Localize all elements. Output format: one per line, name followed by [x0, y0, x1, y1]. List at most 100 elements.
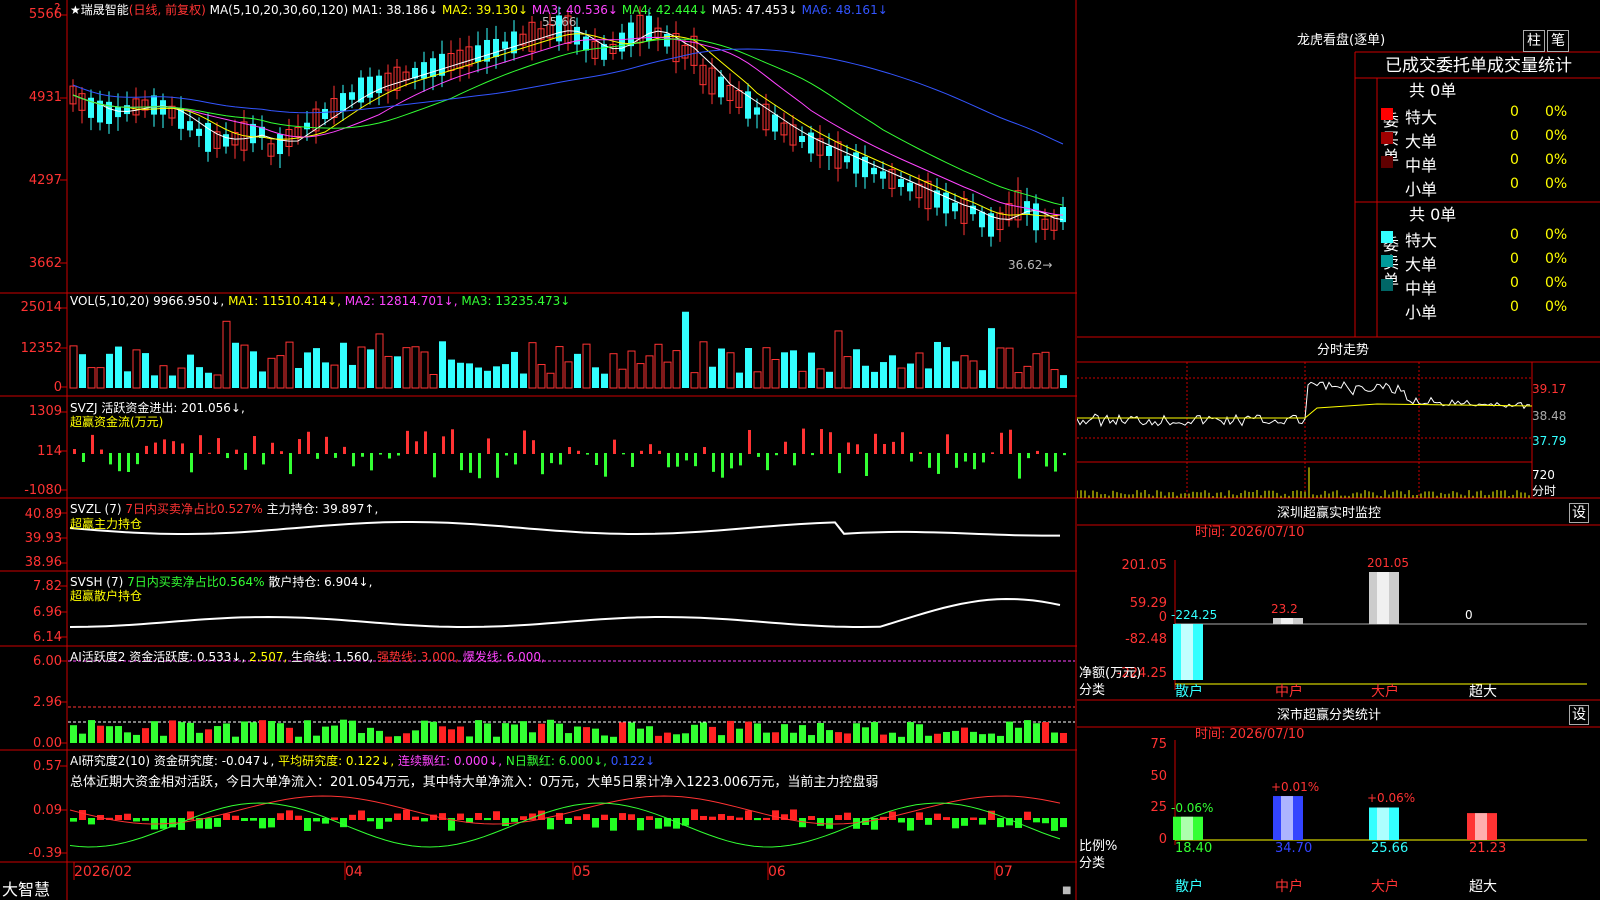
buy-row-pct-2: 0% — [1545, 152, 1568, 168]
right-canvas — [1077, 0, 1600, 900]
vol-bar-5 — [115, 346, 122, 388]
ai-active-bar-88 — [862, 727, 869, 743]
ai-active-bar-86 — [844, 733, 851, 743]
svzj-bar-9 — [154, 442, 157, 454]
vol-bar-27 — [313, 348, 320, 388]
vol-bar-41 — [439, 341, 446, 388]
ai-active-bar-72 — [718, 735, 725, 743]
vol-bar-21 — [259, 371, 266, 388]
svzj-bar-24 — [289, 453, 292, 475]
ai-research-bar-80 — [790, 809, 797, 820]
vol-bar-1 — [79, 354, 86, 388]
ai-research-bar-72 — [718, 814, 725, 820]
ai-active-bar-79 — [781, 724, 788, 743]
svzj-bar-104 — [1009, 429, 1012, 454]
ai-research-bar-18 — [232, 815, 239, 820]
ai-research-bar-84 — [826, 818, 833, 829]
bar-mode-button[interactable]: 柱 — [1523, 30, 1545, 52]
sz-monitor-ylabel: 净额(万元) — [1079, 666, 1142, 681]
svzj-bar-36 — [397, 453, 400, 456]
sell-row-name-2: 中单 — [1405, 279, 1438, 298]
main-ytick-2: 4297 — [28, 173, 62, 188]
svzj-bar-105 — [1018, 453, 1021, 479]
candle-body-76 — [754, 107, 760, 115]
xaxis-label-2: 05 — [573, 864, 591, 880]
ai-active-bar-85 — [835, 732, 842, 743]
vol-bar-74 — [736, 372, 743, 388]
svzj-bar-62 — [631, 453, 634, 467]
svzj-bar-22 — [271, 442, 274, 454]
candle-body-92 — [898, 179, 904, 187]
dragon-tiger-title: 龙虎看盘(逐单) — [1297, 33, 1386, 48]
vol-bar-103 — [996, 347, 1005, 389]
candle-body-89 — [871, 167, 877, 175]
svzj-bar-110 — [1063, 453, 1066, 456]
svzj-bar-96 — [937, 453, 940, 474]
ai-active-bar-77 — [763, 732, 770, 743]
svzj-bar-61 — [622, 453, 625, 455]
svzj-bar-46 — [487, 438, 490, 454]
sz-classify-settings[interactable]: 设 — [1569, 705, 1589, 725]
svzj-bar-70 — [703, 447, 706, 454]
vol-bar-65 — [654, 343, 663, 389]
svzj-bar-78 — [775, 453, 778, 456]
sell-row-name-3: 小单 — [1405, 303, 1438, 322]
vol-bar-42 — [448, 359, 455, 388]
svzj-bar-54 — [559, 453, 562, 465]
svzj-bar-5 — [118, 453, 121, 472]
ai-research-bar-97 — [943, 817, 950, 820]
ai-active-bar-102 — [988, 733, 995, 743]
ai-research-bar-98 — [952, 818, 959, 829]
vol-bar-99 — [960, 355, 969, 389]
svzj-bar-37 — [406, 430, 409, 454]
left-chart-area[interactable]: ★瑞晟智能(日线, 前复权) MA(5,10,20,30,60,120) MA1… — [0, 0, 1077, 900]
aiact-label-2: 2.507, — [249, 650, 292, 664]
ai-research-bar-99 — [961, 818, 968, 826]
svsh-ytick-0: 7.82 — [33, 579, 62, 594]
svzj-bar-13 — [190, 453, 193, 473]
szc-delta-2: +0.06% — [1367, 791, 1416, 806]
svzj-bar-45 — [478, 453, 481, 479]
ai-active-bar-43 — [457, 726, 464, 743]
svzj-bar-40 — [433, 453, 436, 478]
vol-bar-107 — [1032, 353, 1041, 389]
ma-line-2 — [72, 33, 1064, 217]
vol-bar-26 — [304, 352, 311, 388]
ai-research-bar-43 — [457, 813, 464, 820]
pen-mode-button[interactable]: 笔 — [1547, 30, 1569, 52]
ai-active-bar-20 — [250, 722, 257, 743]
period-note: (日线, 前复权) — [128, 3, 206, 17]
vol-bar-52 — [537, 364, 546, 389]
candle-body-86 — [844, 155, 850, 163]
sell-row-name-0: 特大 — [1405, 231, 1438, 250]
ai-research-header: AI研究度2(10) 资金研究度: -0.047↓, 平均研究度: 0.122↓… — [70, 752, 655, 769]
svzj-bar-95 — [928, 453, 931, 468]
vol-label-3: MA2: 12814.701↓, — [344, 294, 462, 308]
ai-research-bar-108 — [1042, 818, 1049, 824]
svzj-bar-42 — [451, 429, 454, 454]
svzj-bar-17 — [226, 453, 229, 459]
candle-body-101 — [979, 211, 985, 228]
ai-research-bar-86 — [844, 812, 851, 820]
ai-research-bar-45 — [475, 813, 482, 820]
svzj-bar-0 — [73, 449, 76, 454]
ai-active-bar-38 — [412, 730, 419, 743]
svzj-bar-31 — [352, 453, 355, 467]
vol-bar-100 — [969, 360, 978, 389]
svzj-bar-55 — [568, 447, 571, 454]
ai-research-bar-12 — [178, 818, 185, 830]
ai-active-bar-106 — [1024, 720, 1031, 743]
svzj-bar-89 — [874, 433, 877, 454]
svzj-bar-94 — [919, 451, 922, 454]
svzj-bar-88 — [865, 453, 868, 477]
ai-active-bar-47 — [493, 736, 500, 743]
svzj-bar-66 — [667, 453, 670, 468]
svzj-bar-44 — [469, 453, 472, 473]
svsh-line — [69, 597, 1061, 628]
vol-bar-63 — [636, 363, 645, 389]
buy-row-swatch-1 — [1381, 132, 1393, 144]
xaxis-label-1: 04 — [345, 864, 363, 880]
buy-row-pct-0: 0% — [1545, 104, 1568, 120]
sz-monitor-settings[interactable]: 设 — [1569, 503, 1589, 523]
ai-research-bar-15 — [205, 818, 212, 829]
